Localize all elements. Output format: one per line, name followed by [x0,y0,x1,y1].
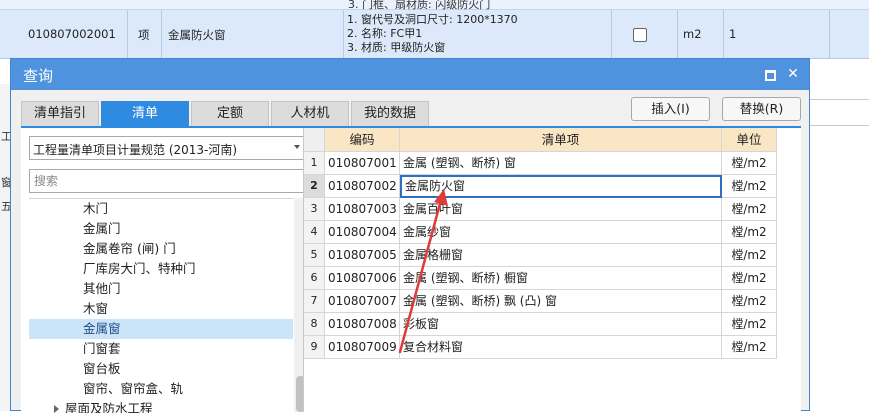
spec-select[interactable]: 工程量清单项目计量规范 (2013-河南) [29,136,307,160]
spec-select-value: 工程量清单项目计量规范 (2013-河南) [33,143,238,157]
bg-row-name: 金属防火窗 [168,28,226,42]
tab-bill[interactable]: 清单 [101,101,189,126]
tab-labor-material-machine[interactable]: 人材机 [271,101,349,126]
bg-table-row[interactable]: 010807002001 项 金属防火窗 1. 窗代号及洞口尺寸: 1200*1… [0,10,869,59]
table-row[interactable]: 9 010807009 复合材料窗 樘/m2 [304,336,792,359]
chevron-down-icon [294,145,300,149]
tree-item[interactable]: 厂库房大门、特种门 [29,259,293,279]
dialog-title: 查询 [23,67,54,85]
table-row[interactable]: 1 010807001 金属 (塑钢、断桥) 窗 樘/m2 [304,152,792,175]
tab-my-data[interactable]: 我的数据 [351,101,429,126]
bg-row-code: 010807002001 [28,27,116,41]
bill-grid: 编码 清单项 单位 1 010807001 金属 (塑钢、断桥) 窗 樘/m2 … [303,128,792,412]
bg-row-desc: 1. 窗代号及洞口尺寸: 1200*1370 2. 名称: FC甲1 3. 材质… [347,13,518,54]
maximize-icon[interactable] [761,66,777,82]
table-row[interactable]: 6 010807006 金属 (塑钢、断桥) 橱窗 樘/m2 [304,267,792,290]
table-row[interactable]: 7 010807007 金属 (塑钢、断桥) 飘 (凸) 窗 樘/m2 [304,290,792,313]
table-row[interactable]: 5 010807005 金属格栅窗 樘/m2 [304,244,792,267]
left-panel: 工程量清单项目计量规范 (2013-河南) 木门 金属门 金属卷帘 (闸) 门 … [21,128,309,413]
grid-header-unit[interactable]: 单位 [722,128,777,152]
table-row[interactable]: 3 010807003 金属百叶窗 樘/m2 [304,198,792,221]
bg-row-type: 项 [138,28,150,42]
search-input[interactable] [29,169,307,193]
tab-quota[interactable]: 定额 [191,101,269,126]
tree-item[interactable]: 金属卷帘 (闸) 门 [29,239,293,259]
tree-item-selected[interactable]: 金属窗 [29,319,293,339]
tree-item[interactable]: 门窗套 [29,339,293,359]
bg-right-strip [810,84,869,411]
selected-cell[interactable]: 金属防火窗 [400,175,722,198]
grid-corner [304,128,325,152]
tree-item[interactable]: 金属门 [29,219,293,239]
tree-item[interactable]: 其他门 [29,279,293,299]
category-tree: 木门 金属门 金属卷帘 (闸) 门 厂库房大门、特种门 其他门 木窗 金属窗 门… [29,198,293,413]
replace-button[interactable]: 替换(R) [722,97,801,121]
grid-header-code[interactable]: 编码 [325,128,400,152]
tree-item[interactable]: 窗台板 [29,359,293,379]
tree-item[interactable]: 窗帘、窗帘盒、轨 [29,379,293,399]
tree-item[interactable]: 木窗 [29,299,293,319]
table-row[interactable]: 8 010807008 彩板窗 樘/m2 [304,313,792,336]
close-icon[interactable]: ✕ [785,66,801,82]
bg-partial-row: 3. 门框、扇材质: 闪级防火门 [0,0,869,11]
tab-guide[interactable]: 清单指引 [21,101,99,126]
tree-item[interactable]: 木门 [29,199,293,219]
grid-header-name[interactable]: 清单项 [400,128,722,152]
bg-row-checkbox[interactable] [633,28,647,42]
dialog-titlebar[interactable]: 查询 ✕ [11,59,809,90]
table-row[interactable]: 4 010807004 金属纱窗 樘/m2 [304,221,792,244]
expand-arrow-icon[interactable] [54,405,59,413]
query-dialog: 查询 ✕ 清单指引 清单 定额 人材机 我的数据 插入(I) 替换(R) 工程量… [10,58,810,414]
bg-row-qty: 1 [729,27,737,41]
bg-row-unit: m2 [683,27,702,41]
table-row-selected[interactable]: 2 010807002 金属防火窗 樘/m2 [304,175,792,198]
insert-button[interactable]: 插入(I) [631,97,710,121]
